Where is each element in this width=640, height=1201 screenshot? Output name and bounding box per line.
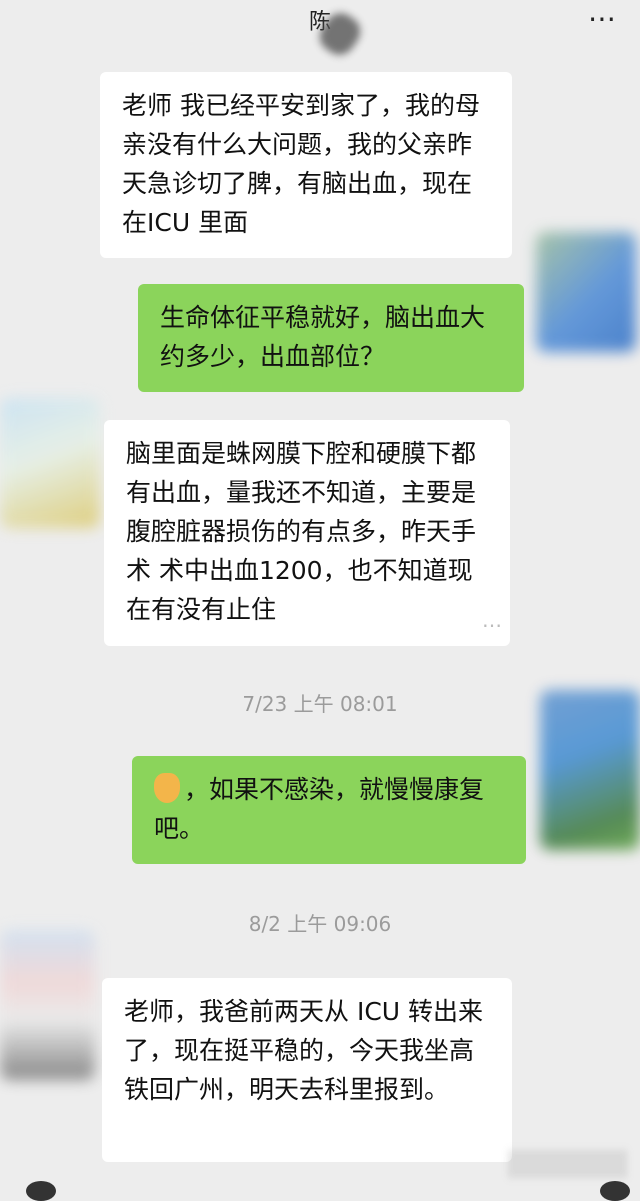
chat-header: 陈 ⋯ [0, 0, 640, 61]
ok-hand-emoji [154, 773, 180, 803]
input-bar-edge [26, 1181, 56, 1201]
contact-avatar[interactable] [0, 398, 100, 528]
message-text: ，如果不感染，就慢慢康复吧。 [154, 775, 485, 843]
contact-avatar[interactable] [0, 930, 95, 1080]
watermark: … [482, 608, 502, 632]
message-text: 老师 我已经平安到家了，我的母亲没有什么大问题，我的父亲昨天急诊切了脾，有脑出血… [122, 91, 480, 237]
user-avatar[interactable] [540, 690, 640, 850]
more-options-icon[interactable]: ⋯ [588, 2, 618, 35]
message-outgoing[interactable]: 生命体征平稳就好，脑出血大约多少，出血部位？ [138, 284, 524, 392]
message-incoming[interactable]: 老师 我已经平安到家了，我的母亲没有什么大问题，我的父亲昨天急诊切了脾，有脑出血… [100, 72, 512, 258]
scribble-mark [510, 1150, 630, 1178]
message-outgoing[interactable]: ，如果不感染，就慢慢康复吧。 [132, 756, 526, 864]
message-text: 老师，我爸前两天从 ICU 转出来了，现在挺平稳的，今天我坐高铁回广州，明天去科… [124, 997, 484, 1104]
user-avatar[interactable] [536, 232, 636, 352]
message-incoming[interactable]: 老师，我爸前两天从 ICU 转出来了，现在挺平稳的，今天我坐高铁回广州，明天去科… [102, 978, 512, 1162]
input-bar-edge [600, 1181, 630, 1201]
message-incoming[interactable]: 脑里面是蛛网膜下腔和硬膜下都有出血，量我还不知道，主要是腹腔脏器损伤的有点多，昨… [104, 420, 510, 646]
timestamp: 8/2 上午 09:06 [248, 912, 392, 936]
message-text: 脑里面是蛛网膜下腔和硬膜下都有出血，量我还不知道，主要是腹腔脏器损伤的有点多，昨… [126, 439, 477, 624]
message-text: 生命体征平稳就好，脑出血大约多少，出血部位？ [160, 303, 486, 371]
